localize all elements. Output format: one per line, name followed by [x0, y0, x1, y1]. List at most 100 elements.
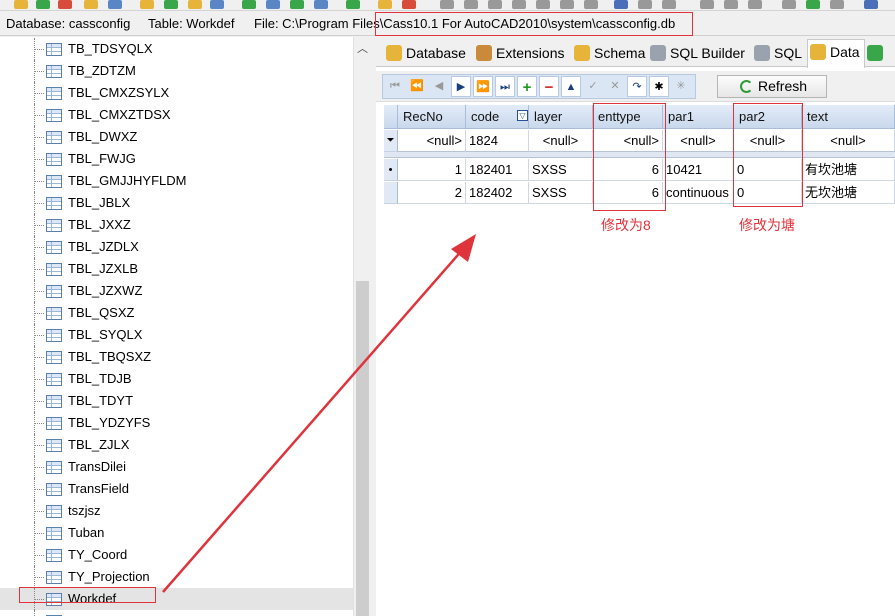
- toolbar-icon[interactable]: [488, 0, 502, 9]
- toolbar-icon[interactable]: [560, 0, 574, 9]
- refresh-data-icon[interactable]: ↷: [627, 76, 647, 97]
- tree-item-tbl-cmxzsylx[interactable]: TBL_CMXZSYLX: [0, 82, 355, 104]
- chevron-up-icon[interactable]: ︿: [357, 40, 368, 56]
- filter-cell-par2[interactable]: <null>: [734, 130, 802, 152]
- table-row[interactable]: 2 182402 SXSS 6 continuous 0 无坎池塘: [384, 182, 895, 204]
- filter-icon[interactable]: ▽: [517, 110, 528, 121]
- tree-item-tbl-cmxztdsx[interactable]: TBL_CMXZTDSX: [0, 104, 355, 126]
- cell-par2[interactable]: 0: [734, 159, 802, 181]
- filter-cell-par1[interactable]: <null>: [663, 130, 734, 152]
- tree-item-tbl-syqlx[interactable]: TBL_SYQLX: [0, 324, 355, 346]
- toolbar-icon[interactable]: [84, 0, 98, 9]
- column-header-par1[interactable]: par1: [663, 105, 734, 129]
- toolbar-icon[interactable]: [724, 0, 738, 9]
- column-header-par2[interactable]: par2: [734, 105, 802, 129]
- cell-enttype[interactable]: 6: [593, 182, 663, 204]
- toolbar-icon[interactable]: [242, 0, 256, 9]
- toolbar-icon[interactable]: [864, 0, 878, 9]
- tree-item-tbl-jblx[interactable]: TBL_JBLX: [0, 192, 355, 214]
- filter-cell-layer[interactable]: <null>: [529, 130, 593, 152]
- tree-item-tbl-jzxlb[interactable]: TBL_JZXLB: [0, 258, 355, 280]
- tab-database[interactable]: Database: [384, 41, 466, 66]
- tree-item-tbl-jxxz[interactable]: TBL_JXXZ: [0, 214, 355, 236]
- column-header-layer[interactable]: layer: [529, 105, 593, 129]
- toolbar-icon[interactable]: [164, 0, 178, 9]
- tree-item-transfield[interactable]: TransField: [0, 478, 355, 500]
- toolbar-icon[interactable]: [140, 0, 154, 9]
- tree-item-ty-coord[interactable]: TY_Coord: [0, 544, 355, 566]
- toolbar-icon[interactable]: [108, 0, 122, 9]
- tree-item-tszjsz[interactable]: tszjsz: [0, 500, 355, 522]
- next-record-icon[interactable]: ▶: [451, 76, 471, 97]
- filter-cell-text[interactable]: <null>: [802, 130, 895, 152]
- table-row[interactable]: 1 182401 SXSS 6 10421 0 有坎池塘: [384, 159, 895, 181]
- prior-page-icon[interactable]: ⏪: [407, 76, 427, 97]
- column-header-enttype[interactable]: enttype: [593, 105, 663, 129]
- toolbar-icon[interactable]: [58, 0, 72, 9]
- last-record-icon[interactable]: ⏭: [495, 76, 515, 97]
- cell-par1[interactable]: continuous: [663, 182, 734, 204]
- cell-text[interactable]: 有坎池塘: [802, 159, 895, 181]
- toolbar-icon[interactable]: [638, 0, 652, 9]
- next-page-icon[interactable]: ⏩: [473, 76, 493, 97]
- edit-record-icon[interactable]: ▲: [561, 76, 581, 97]
- scrollbar-thumb[interactable]: [356, 281, 369, 616]
- cell-recno[interactable]: 1: [398, 159, 466, 181]
- toolbar-icon[interactable]: [700, 0, 714, 9]
- cell-layer[interactable]: SXSS: [529, 159, 593, 181]
- cell-par2[interactable]: 0: [734, 182, 802, 204]
- tab-sql[interactable]: SQL: [752, 41, 802, 66]
- toolbar-icon[interactable]: [402, 0, 416, 9]
- tree-item-tbl-gmjjhyfldm[interactable]: TBL_GMJJHYFLDM: [0, 170, 355, 192]
- insert-record-icon[interactable]: +: [517, 76, 537, 97]
- toolbar-icon[interactable]: [346, 0, 360, 9]
- tree-item-tbl-dwxz[interactable]: TBL_DWXZ: [0, 126, 355, 148]
- cancel-updates-icon[interactable]: ✳: [671, 76, 691, 97]
- toolbar-icon[interactable]: [614, 0, 628, 9]
- cancel-edit-icon[interactable]: ✕: [605, 76, 625, 97]
- tree-item-zd-syq[interactable]: ZD_SYQ: [0, 610, 355, 616]
- toolbar-icon[interactable]: [748, 0, 762, 9]
- tree-item-tbl-jzxwz[interactable]: TBL_JZXWZ: [0, 280, 355, 302]
- prior-record-icon[interactable]: ◀: [429, 76, 449, 97]
- filter-cell-recno[interactable]: <null>: [398, 130, 466, 152]
- first-record-icon[interactable]: ⏮: [385, 76, 405, 97]
- tab-next[interactable]: [867, 41, 883, 66]
- tree-item-tb-zdtzm[interactable]: TB_ZDTZM: [0, 60, 355, 82]
- cell-code[interactable]: 182401: [466, 159, 529, 181]
- filter-cell-code[interactable]: 1824: [466, 130, 529, 152]
- tab-schema[interactable]: Schema: [572, 41, 645, 66]
- column-header-recno[interactable]: RecNo: [398, 105, 466, 129]
- tree-item-tb-tdsyqlx[interactable]: TB_TDSYQLX: [0, 38, 355, 60]
- refresh-button[interactable]: Refresh: [717, 75, 827, 98]
- toolbar-icon[interactable]: [584, 0, 598, 9]
- tree-item-transdilei[interactable]: TransDilei: [0, 456, 355, 478]
- tree-item-tbl-fwjg[interactable]: TBL_FWJG: [0, 148, 355, 170]
- toolbar-icon[interactable]: [14, 0, 28, 9]
- tree-scrollbar[interactable]: ︿: [353, 37, 371, 616]
- toolbar-icon[interactable]: [290, 0, 304, 9]
- filter-cell-enttype[interactable]: <null>: [593, 130, 663, 152]
- toolbar-icon[interactable]: [806, 0, 820, 9]
- tree-item-ty-projection[interactable]: TY_Projection: [0, 566, 355, 588]
- post-edit-icon[interactable]: ✓: [583, 76, 603, 97]
- toolbar-icon[interactable]: [314, 0, 328, 9]
- toolbar-icon[interactable]: [536, 0, 550, 9]
- tree-item-tuban[interactable]: Tuban: [0, 522, 355, 544]
- tree-item-tbl-zjlx[interactable]: TBL_ZJLX: [0, 434, 355, 456]
- cell-par1[interactable]: 10421: [663, 159, 734, 181]
- toolbar-icon[interactable]: [266, 0, 280, 9]
- cell-recno[interactable]: 2: [398, 182, 466, 204]
- cell-text[interactable]: 无坎池塘: [802, 182, 895, 204]
- toolbar-icon[interactable]: [36, 0, 50, 9]
- tree-item-tbl-qsxz[interactable]: TBL_QSXZ: [0, 302, 355, 324]
- tree-item-tbl-jzdlx[interactable]: TBL_JZDLX: [0, 236, 355, 258]
- apply-updates-icon[interactable]: ✱: [649, 76, 669, 97]
- tree-item-workdef[interactable]: Workdef: [0, 588, 355, 610]
- tab-sql-builder[interactable]: SQL Builder: [648, 41, 745, 66]
- tab-extensions[interactable]: Extensions: [474, 41, 564, 66]
- toolbar-icon[interactable]: [830, 0, 844, 9]
- toolbar-icon[interactable]: [210, 0, 224, 9]
- toolbar-icon[interactable]: [464, 0, 478, 9]
- tree-item-tbl-tdjb[interactable]: TBL_TDJB: [0, 368, 355, 390]
